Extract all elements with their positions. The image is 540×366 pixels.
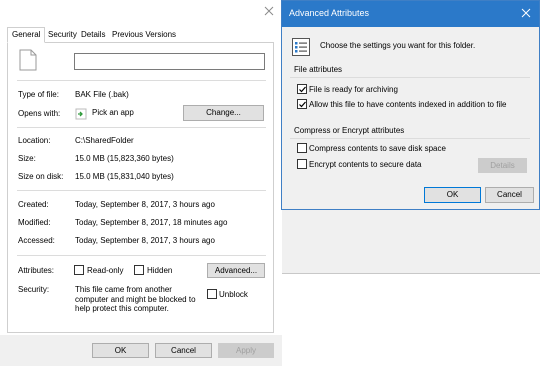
cancel-button[interactable]: Cancel — [485, 187, 534, 203]
encrypt-label: Encrypt contents to secure data — [309, 160, 422, 169]
title-bar: Advanced Attributes — [282, 1, 539, 27]
advanced-button[interactable]: Advanced... — [207, 263, 265, 278]
file-attributes-heading: File attributes — [294, 65, 343, 74]
opens-with-label: Opens with: — [18, 109, 61, 118]
accessed-label: Accessed: — [18, 236, 55, 245]
divider — [290, 138, 530, 139]
location-label: Location: — [18, 136, 51, 145]
unblock-checkbox[interactable] — [207, 289, 217, 299]
read-only-checkbox[interactable] — [74, 265, 84, 275]
encrypt-checkbox[interactable] — [297, 159, 307, 169]
size-on-disk-label: Size on disk: — [18, 172, 64, 181]
close-icon[interactable] — [262, 4, 276, 18]
dialog-title: Advanced Attributes — [289, 8, 370, 18]
index-label: Allow this file to have contents indexed… — [309, 100, 507, 109]
modified-label: Modified: — [18, 218, 51, 227]
divider — [17, 127, 266, 128]
apply-button[interactable]: Apply — [218, 343, 274, 358]
security-message: This file came from another computer and… — [75, 285, 196, 313]
unblock-label: Unblock — [219, 290, 248, 299]
file-properties-dialog: General Security Details Previous Versio… — [0, 0, 282, 366]
size-label: Size: — [18, 154, 36, 163]
advanced-attributes-dialog: Advanced Attributes Choose the settings … — [281, 0, 540, 210]
file-name-input[interactable] — [74, 53, 265, 70]
change-button[interactable]: Change... — [183, 105, 264, 121]
modified-value: Today, September 8, 2017, 18 minutes ago — [75, 218, 228, 227]
file-icon — [19, 49, 37, 73]
ok-button[interactable]: OK — [424, 187, 481, 203]
tab-previous-versions[interactable]: Previous Versions — [108, 28, 180, 42]
tab-general[interactable]: General — [7, 27, 46, 43]
pick-app-icon — [75, 108, 87, 122]
tab-security[interactable]: Security — [44, 28, 81, 42]
security-label: Security: — [18, 285, 50, 294]
created-label: Created: — [18, 200, 49, 209]
location-value: C:\SharedFolder — [75, 136, 134, 145]
details-button[interactable]: Details — [478, 158, 527, 173]
cancel-button[interactable]: Cancel — [155, 343, 212, 358]
created-value: Today, September 8, 2017, 3 hours ago — [75, 200, 215, 209]
dialog-body: Choose the settings you want for this fo… — [282, 27, 539, 210]
archive-checkbox[interactable] — [297, 84, 307, 94]
archive-label: File is ready for archiving — [309, 85, 398, 94]
close-icon[interactable] — [520, 7, 532, 21]
divider — [17, 80, 266, 81]
divider — [17, 190, 266, 191]
background-window — [282, 210, 540, 274]
accessed-value: Today, September 8, 2017, 3 hours ago — [75, 236, 215, 245]
compress-checkbox[interactable] — [297, 143, 307, 153]
read-only-label: Read-only — [87, 266, 124, 275]
ok-button[interactable]: OK — [92, 343, 149, 358]
attributes-label: Attributes: — [18, 266, 55, 275]
divider — [17, 255, 266, 256]
divider — [290, 77, 530, 78]
hidden-checkbox[interactable] — [134, 265, 144, 275]
tab-details[interactable]: Details — [77, 28, 109, 42]
type-of-file-label: Type of file: — [18, 90, 59, 99]
size-value: 15.0 MB (15,823,360 bytes) — [75, 154, 174, 163]
dialog-footer: OK Cancel Apply — [0, 335, 282, 366]
compress-encrypt-heading: Compress or Encrypt attributes — [294, 126, 405, 135]
dialog-description: Choose the settings you want for this fo… — [320, 41, 476, 50]
hidden-label: Hidden — [147, 266, 173, 275]
index-checkbox[interactable] — [297, 99, 307, 109]
size-on-disk-value: 15.0 MB (15,831,040 bytes) — [75, 172, 174, 181]
compress-label: Compress contents to save disk space — [309, 144, 446, 153]
opens-with-value: Pick an app — [92, 108, 134, 117]
settings-list-icon — [291, 37, 311, 59]
type-of-file-value: BAK File (.bak) — [75, 90, 129, 99]
